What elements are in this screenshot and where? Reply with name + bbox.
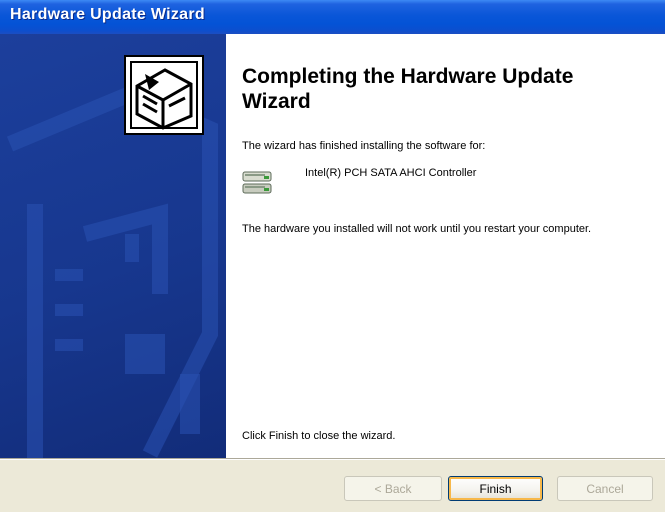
finished-message: The wizard has finished installing the s… — [242, 140, 486, 152]
back-button[interactable]: < Back — [344, 476, 442, 501]
title-bar[interactable]: Hardware Update Wizard — [0, 0, 665, 34]
close-instruction: Click Finish to close the wizard. — [242, 430, 396, 442]
wizard-content: Completing the Hardware Update Wizard Th… — [226, 34, 665, 458]
window-title: Hardware Update Wizard — [10, 6, 205, 23]
finish-button[interactable]: Finish — [448, 476, 543, 501]
button-separator — [0, 458, 665, 460]
device-name: Intel(R) PCH SATA AHCI Controller — [305, 167, 477, 179]
disk-controller-icon — [242, 171, 272, 194]
banner-watermark — [6, 55, 218, 458]
wizard-side-banner — [0, 34, 226, 458]
wizard-window: Hardware Update Wizard Completing the Ha… — [0, 0, 665, 512]
restart-notice: The hardware you installed will not work… — [242, 223, 592, 235]
hardware-card-icon — [124, 55, 204, 135]
cancel-button[interactable]: Cancel — [557, 476, 653, 501]
page-heading: Completing the Hardware Update Wizard — [242, 65, 574, 113]
